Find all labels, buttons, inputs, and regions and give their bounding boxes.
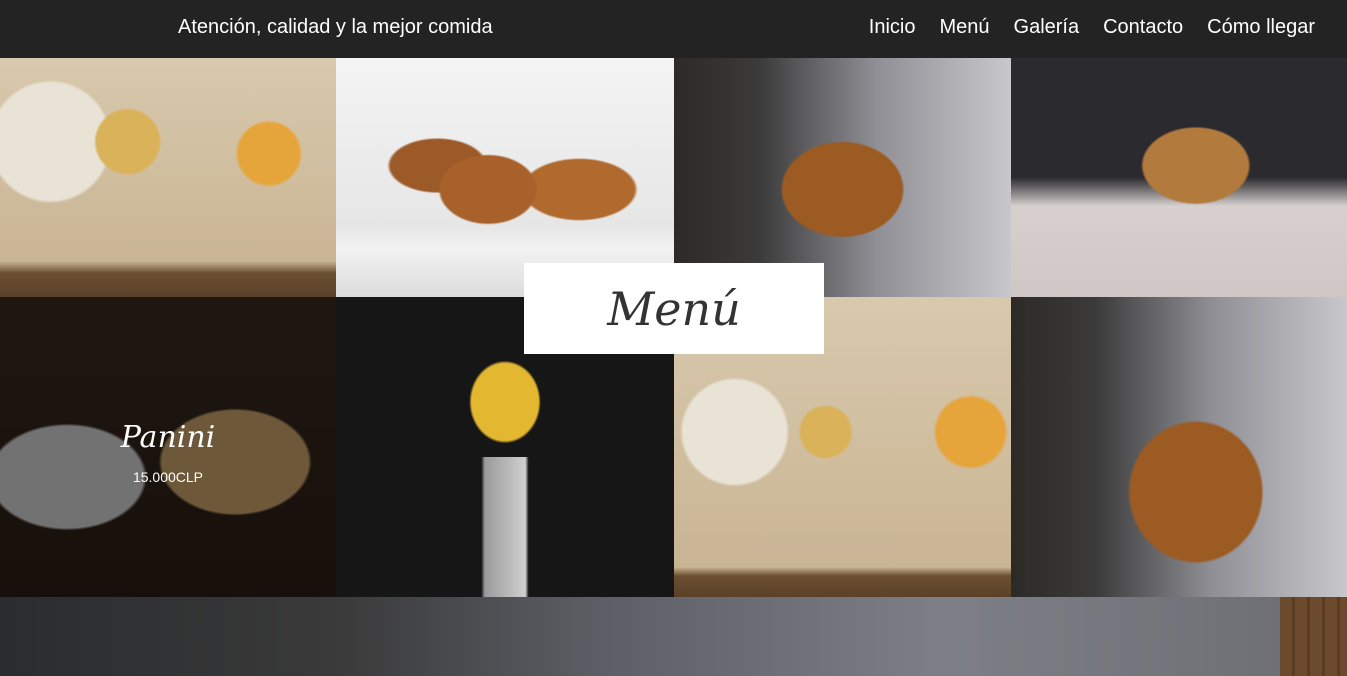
background-image-section [0, 597, 1347, 676]
site-tagline[interactable]: Atención, calidad y la mejor comida [178, 16, 493, 39]
nav-inicio[interactable]: Inicio [869, 16, 916, 39]
food-image-burger-beer-2[interactable] [1011, 297, 1347, 597]
menu-item-price: 15.000CLP [132, 468, 204, 485]
nav-contacto[interactable]: Contacto [1103, 16, 1183, 39]
menu-item-overlay: Panini 15.000CLP [0, 297, 336, 597]
food-image-pancakes[interactable] [1011, 58, 1347, 297]
section-title-menu: Menú [524, 263, 824, 354]
nav-menu-link[interactable]: Menú [939, 16, 989, 39]
menu-item-panini[interactable]: Panini 15.000CLP [0, 297, 336, 597]
nav-como-llegar[interactable]: Cómo llegar [1207, 16, 1315, 39]
top-navbar: Atención, calidad y la mejor comida Inic… [0, 0, 1347, 58]
food-image-burger-beer[interactable] [674, 58, 1011, 297]
nav-menu: Inicio Menú Galería Contacto Cómo llegar [869, 16, 1315, 39]
food-image-burgers[interactable] [336, 58, 674, 297]
menu-item-name: Panini [120, 419, 216, 455]
wood-background-image [1280, 597, 1347, 676]
nav-galeria[interactable]: Galería [1014, 16, 1080, 39]
food-image-breakfast[interactable] [0, 58, 336, 297]
